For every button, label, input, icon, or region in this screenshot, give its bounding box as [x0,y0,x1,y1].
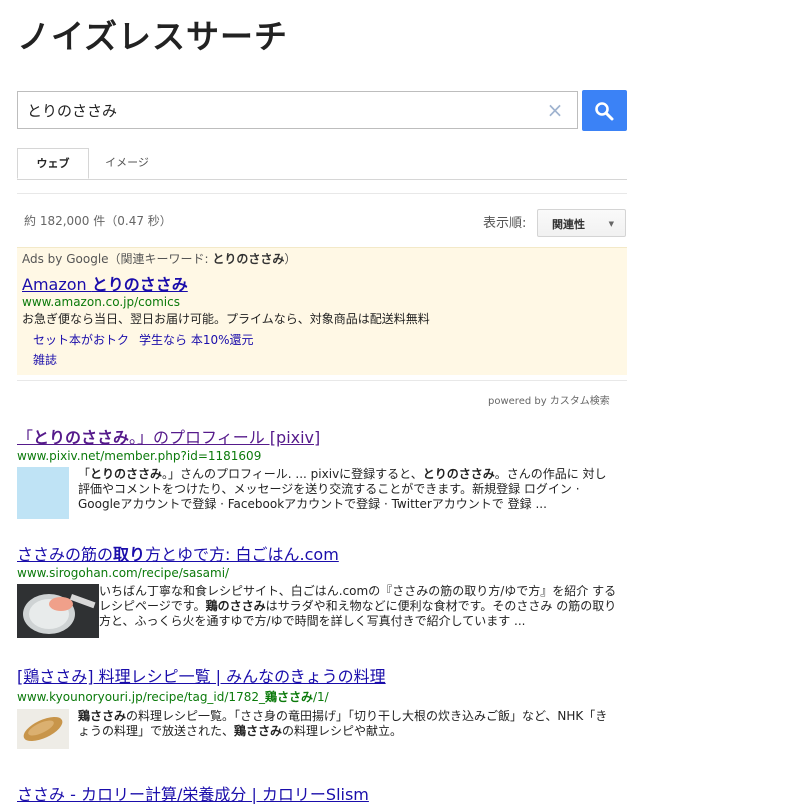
ad-url: www.amazon.co.jp/comics [22,295,180,309]
search-button[interactable] [582,90,627,131]
powered-by: powered by カスタム検索 [488,396,610,407]
ad-sitelink[interactable]: セット本がおトク [33,333,129,347]
result-title-link[interactable]: ささみの筋の取り方とゆで方: 白ごはん.com [17,541,627,565]
search-result: [鶏ささみ] 料理レシピ一覧 | みんなのきょうの料理 www.kyounory… [17,663,627,765]
result-count: 約 182,000 件（0.47 秒） [24,214,172,228]
sort-selected-value: 関連性 [552,218,585,231]
divider [17,193,627,194]
chevron-down-icon: ▼ [608,220,614,228]
tab-images[interactable]: イメージ [97,148,157,178]
result-body: 鶏ささみの料理レシピ一覧。「ささ身の竜田揚げ」「切り干し大根の炊き込みご飯」など… [17,709,627,765]
result-thumbnail[interactable] [17,584,99,638]
result-snippet: 鶏ささみの料理レシピ一覧。「ささ身の竜田揚げ」「切り干し大根の炊き込みご飯」など… [78,709,608,738]
result-title-link[interactable]: 「とりのささみ。」のプロフィール [pixiv] [17,424,627,448]
result-snippet: 「とりのささみ。」さんのプロフィール. ... pixivに登録すると、とりのさ… [78,467,607,511]
search-result: 「とりのささみ。」のプロフィール [pixiv] www.pixiv.net/m… [17,424,627,523]
ad-sitelinks: セット本がおトク 学生なら 本10%還元 雑誌 [33,330,264,370]
ad-sitelink[interactable]: 雑誌 [33,353,57,367]
search-box: × [17,91,578,129]
result-snippet: いちばん丁寧な和食レシピサイト、白ごはん.comの『ささみの筋の取り方/ゆで方』… [99,584,617,628]
result-title-link[interactable]: [鶏ささみ] 料理レシピ一覧 | みんなのきょうの料理 [17,663,627,687]
result-thumbnail[interactable] [17,467,69,519]
result-body: 「とりのささみ。」さんのプロフィール. ... pixivに登録すると、とりのさ… [17,467,627,523]
result-url: www.sirogohan.com/recipe/sasami/ [17,566,230,580]
sort-dropdown[interactable]: 関連性 ▼ [537,209,626,237]
search-input[interactable] [18,92,547,128]
ad-description: お急ぎ便なら当日、翌日お届け可能。プライムなら、対象商品は配送料無料 [22,312,430,326]
tab-web[interactable]: ウェブ [17,148,89,179]
result-url: www.kyounoryouri.jp/recipe/tag_id/1782_鶏… [17,690,329,704]
result-url: www.pixiv.net/member.php?id=1181609 [17,449,262,463]
result-title-link[interactable]: ささみ - カロリー計算/栄養成分 | カロリーSlism [17,781,627,805]
search-result: ささみの筋の取り方とゆで方: 白ごはん.com www.sirogohan.co… [17,541,627,640]
sort-label: 表示順: [483,216,527,231]
ad-title-link[interactable]: Amazon とりのささみ [22,271,188,295]
ad-sitelink[interactable]: 学生なら 本10%還元 [139,333,254,347]
page-title: ノイズレスサーチ [17,17,289,56]
result-body: いちばん丁寧な和食レシピサイト、白ごはん.comの『ささみの筋の取り方/ゆで方』… [17,584,627,640]
search-icon [595,102,614,121]
ads-label: Ads by Google（関連キーワード: とりのささみ） [22,252,297,266]
search-result: ささみ - カロリー計算/栄養成分 | カロリーSlism [17,781,627,805]
divider [17,380,627,381]
result-thumbnail[interactable] [17,709,69,749]
search-tabs: ウェブ イメージ [17,148,627,180]
clear-icon[interactable]: × [545,99,565,121]
ads-section: Ads by Google（関連キーワード: とりのささみ） Amazon とり… [17,247,627,375]
